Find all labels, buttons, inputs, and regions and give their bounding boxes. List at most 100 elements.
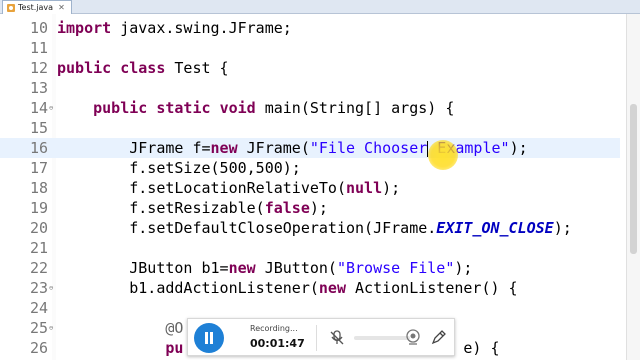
code-line[interactable]: 19 f.setResizable(false); [0,198,620,218]
code-token: ); [553,219,572,237]
line-number: 15 [29,119,48,137]
line-number: 23 [29,279,48,297]
code-token: b1.addActionListener( [57,279,319,297]
editor-tab-bar: Test.java ✕ [0,0,640,14]
recording-toolbar: Recording... 00:01:47 [187,318,455,356]
keyword-token: public [57,59,112,77]
microphone-muted-icon[interactable] [328,329,346,347]
code-line[interactable]: 13 [0,78,620,98]
code-line[interactable]: 11 [0,38,620,58]
code-line[interactable]: 10 import javax.swing.JFrame; [0,18,620,38]
line-number: 18 [29,179,48,197]
line-number: 12 [29,59,48,77]
code-editor[interactable]: 10 import javax.swing.JFrame; 11 12 public c… [0,14,640,360]
code-token: f.setLocationRelativeTo( [57,179,346,197]
constant-token: EXIT_ON_CLOSE [436,219,554,237]
line-number: 25 [29,319,48,337]
keyword-token: public [93,99,148,117]
code-text: public static void main(String[] args) { [57,98,454,118]
webcam-icon[interactable] [404,328,422,346]
code-text: f.setSize(500,500); [57,158,301,178]
code-token: JFrame f= [57,139,211,157]
line-number: 19 [29,199,48,217]
line-number: 14 [29,99,48,117]
mouse-cursor-highlight [428,140,458,170]
line-number: 10 [29,19,48,37]
code-line[interactable]: 20 f.setDefaultCloseOperation(JFrame.EXI… [0,218,620,238]
tab-test-java[interactable]: Test.java ✕ [2,0,72,14]
keyword-token: pu [165,339,184,357]
code-token: JButton( [255,259,337,277]
code-token: ); [454,259,473,277]
code-text: b1.addActionListener(new ActionListener(… [57,278,518,298]
code-text: @O [57,318,183,338]
close-icon[interactable]: ✕ [58,3,65,12]
code-token: main(String[] args) { [255,99,455,117]
line-number: 11 [29,39,48,57]
code-line[interactable]: 21 [0,238,620,258]
code-token: f.setDefaultCloseOperation(JFrame. [57,219,437,237]
tab-title: Test.java [18,3,54,12]
code-line[interactable]: 17 f.setSize(500,500); [0,158,620,178]
code-token: ); [382,179,401,197]
toolbar-divider [316,325,317,351]
code-token: ActionListener() { [346,279,518,297]
string-token: "Browse File" [336,259,455,277]
code-token: f.setResizable( [57,199,265,217]
fold-toggle-icon[interactable]: ⊖ [49,318,53,338]
code-token: javax.swing.JFrame; [111,19,292,37]
code-line[interactable]: 18 f.setLocationRelativeTo(null); [0,178,620,198]
code-token: ); [309,199,328,217]
code-line[interactable]: 22 JButton b1=new JButton("Browse File")… [0,258,620,278]
code-line[interactable]: 15 [0,118,620,138]
code-text: f.setLocationRelativeTo(null); [57,178,400,198]
code-line[interactable]: 23 ⊖ b1.addActionListener(new ActionListe… [0,278,620,298]
line-number: 17 [29,159,48,177]
keyword-token: new [318,279,346,297]
vertical-scrollbar[interactable] [626,14,640,360]
fold-toggle-icon[interactable]: ⊖ [49,278,53,298]
code-line[interactable]: 24 [0,298,620,318]
code-line-current[interactable]: 16 JFrame f=new JFrame("File Chooser Exa… [0,138,620,158]
keyword-token: null [345,179,383,197]
code-text: f.setDefaultCloseOperation(JFrame.EXIT_O… [57,218,572,238]
code-text: f.setResizable(false); [57,198,328,218]
line-number: 21 [29,239,48,257]
line-number: 20 [29,219,48,237]
code-line[interactable]: 14 ⊖ public static void main(String[] arg… [0,98,620,118]
recording-timer: 00:01:47 [250,337,305,350]
java-file-icon [7,3,15,12]
keyword-token: static [156,99,211,117]
pause-recording-button[interactable] [194,323,224,353]
annotation-token: @O [165,319,184,337]
code-text: public class Test { [57,58,229,78]
keyword-token: false [264,199,310,217]
code-text: JButton b1=new JButton("Browse File"); [57,258,472,278]
fold-toggle-icon[interactable]: ⊖ [49,98,53,118]
code-token: Test { [165,59,229,77]
line-number: 16 [29,139,48,157]
line-number: 13 [29,79,48,97]
scrollbar-thumb[interactable] [630,104,637,254]
code-token: ); [509,139,528,157]
keyword-token: import [57,19,112,37]
line-number: 24 [29,299,48,317]
keyword-token: new [228,259,256,277]
code-token: JButton b1= [57,259,229,277]
audio-level-meter [354,336,410,340]
keyword-token: class [120,59,166,77]
pen-annotate-icon[interactable] [430,328,448,346]
code-line[interactable]: 12 public class Test { [0,58,620,78]
code-text: import javax.swing.JFrame; [57,18,292,38]
line-number: 26 [29,339,48,357]
code-token: JFrame( [237,139,310,157]
recording-status: Recording... [250,324,298,333]
code-token: f.setSize(500,500); [57,159,301,177]
keyword-token: void [219,99,256,117]
